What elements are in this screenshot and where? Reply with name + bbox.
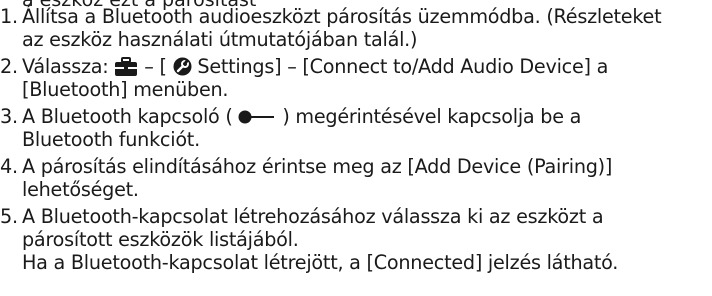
step-number: 5. (0, 205, 18, 228)
step-4: 4. A párosítás elindításához érintse meg… (0, 155, 712, 201)
step-text-line: [Bluetooth] menüben. (22, 78, 229, 101)
instruction-steps: 1. Állítsa a Bluetooth audioeszközt páro… (0, 5, 712, 278)
step-text: – [ (144, 55, 167, 78)
step-number: 4. (0, 155, 18, 178)
step-text-line: Válassza: – [ Settings] – [Connect to/Ad… (22, 55, 712, 78)
step-text: Settings] – [Connect to/Add Audio Device… (197, 55, 609, 78)
step-text-line: Ha a Bluetooth-kapcsolat létrejött, a [C… (22, 251, 619, 274)
step-1: 1. Állítsa a Bluetooth audioeszközt páro… (0, 5, 712, 51)
step-text-line: párosított eszközök listájából. (22, 228, 299, 251)
settings-gear-icon (173, 57, 192, 76)
step-text: ) megérintésével kapcsolja be a (282, 105, 582, 128)
step-number: 2. (0, 55, 18, 78)
step-text-line: A párosítás elindításához érintse meg az… (22, 155, 613, 178)
step-number: 1. (0, 5, 18, 28)
step-text-line: A Bluetooth-kapcsolat létrehozásához vál… (22, 205, 604, 228)
toolbox-icon (114, 57, 138, 77)
step-text-line: A Bluetooth kapcsoló ( ) megérintésével … (22, 105, 712, 128)
step-5: 5. A Bluetooth-kapcsolat létrehozásához … (0, 205, 712, 274)
step-text-line: lehetőséget. (22, 178, 139, 201)
step-text-line: az eszköz használati útmutatójában talál… (22, 28, 418, 51)
step-text-line: Bluetooth funkciót. (22, 128, 200, 151)
step-text-line: Állítsa a Bluetooth audioeszközt párosít… (22, 5, 662, 28)
toggle-switch-icon (238, 106, 276, 124)
step-text: Válassza: (22, 55, 109, 78)
step-text: A Bluetooth kapcsoló ( (22, 105, 233, 128)
step-2: 2. Válassza: – [ Settings] – [Connect to… (0, 55, 712, 101)
step-number: 3. (0, 105, 18, 128)
step-3: 3. A Bluetooth kapcsoló ( ) megérintésév… (0, 105, 712, 151)
